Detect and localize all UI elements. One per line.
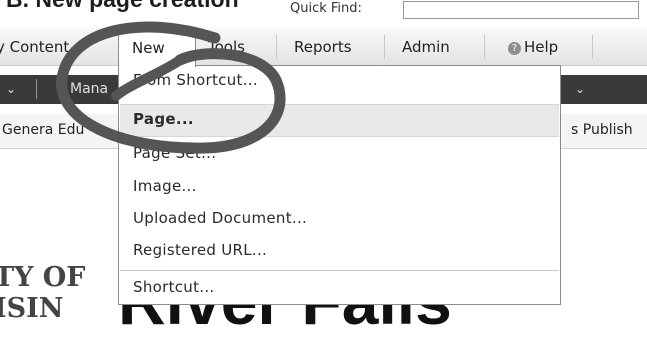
breadcrumb-right[interactable]: s Publish (571, 122, 633, 138)
menu-tools[interactable]: Tools (208, 38, 245, 56)
breadcrumb-left[interactable]: Genera Edu (2, 122, 84, 138)
menu-item-page[interactable]: Page... (133, 110, 194, 128)
menu-item-shortcut[interactable]: Shortcut... (133, 278, 215, 296)
menu-new-label: New (132, 39, 165, 57)
top-bar: Quick Find: (0, 0, 647, 22)
quick-find-input[interactable] (403, 1, 639, 19)
menu-item-from-shortcut[interactable]: From Shortcut... (133, 71, 258, 89)
nav-divider (36, 79, 37, 99)
main-menu-bar: y Content Tools Reports Admin ? Help (0, 27, 647, 66)
menu-divider (120, 270, 559, 271)
menu-reports[interactable]: Reports (294, 38, 352, 56)
chevron-down-icon[interactable]: ⌄ (575, 82, 585, 96)
menu-divider (484, 35, 485, 59)
university-banner-line1: TY OF (0, 262, 86, 293)
chevron-down-icon[interactable]: ⌄ (6, 82, 16, 96)
menu-new[interactable]: New (118, 27, 196, 67)
sub-nav-item-manage[interactable]: Mana (70, 81, 108, 97)
help-icon: ? (508, 42, 521, 55)
menu-help-label: Help (524, 38, 559, 56)
menu-divider (592, 35, 593, 59)
menu-item-uploaded-document[interactable]: Uploaded Document... (133, 209, 307, 227)
menu-item-registered-url[interactable]: Registered URL... (133, 241, 267, 259)
quick-find-label: Quick Find: (290, 1, 362, 16)
menu-admin[interactable]: Admin (402, 38, 450, 56)
menu-item-image[interactable]: Image... (133, 177, 197, 195)
menu-item-page-set[interactable]: Page Set... (133, 144, 216, 162)
university-banner-line2: ISIN (0, 293, 64, 324)
menu-divider (384, 35, 385, 59)
new-dropdown-menu: From Shortcut... Page... Page Set... Ima… (118, 65, 561, 305)
menu-help[interactable]: ? Help (508, 38, 558, 56)
menu-my-content[interactable]: y Content (0, 38, 69, 56)
menu-divider (276, 35, 277, 59)
